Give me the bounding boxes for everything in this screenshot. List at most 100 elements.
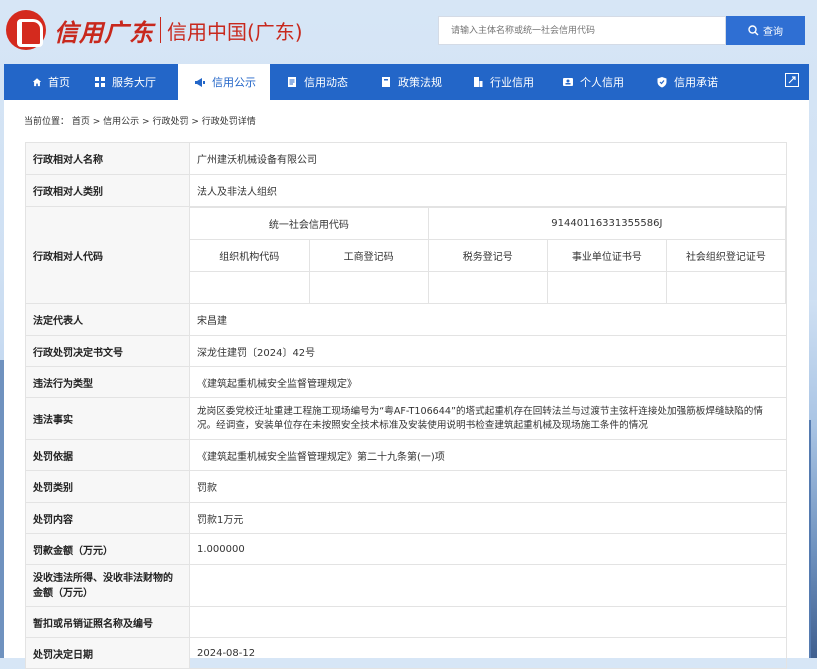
field-label: 行政处罚决定书文号 — [25, 335, 190, 367]
code-value — [546, 271, 667, 303]
document-icon — [288, 77, 296, 87]
nav-item-label: 政策法规 — [398, 76, 442, 89]
nav-item-service-hall[interactable]: 服务大厅 — [82, 64, 178, 100]
table-row: 处罚类别 罚款 — [25, 470, 787, 503]
nav-item-label: 个人信用 — [580, 76, 624, 89]
nav-item-credit-news[interactable]: 信用动态 — [270, 64, 362, 100]
field-label: 处罚依据 — [25, 439, 190, 471]
field-label: 行政相对人类别 — [25, 174, 190, 207]
table-row: 行政相对人代码 统一社会信用代码 91440116331355586J 组织机构… — [25, 206, 787, 304]
table-row: 处罚决定日期 2024-08-12 — [25, 637, 787, 669]
code-row — [190, 271, 787, 303]
search-box — [438, 16, 726, 45]
code-row: 组织机构代码 工商登记码 税务登记号 事业单位证书号 社会组织登记证号 — [190, 239, 787, 272]
megaphone-icon — [195, 78, 205, 87]
subject-name-value: 广州建沃机械设备有限公司 — [189, 142, 787, 175]
logo-subtitle: 信用中国(广东) — [167, 19, 303, 44]
fine-amount-value: 1.000000 — [189, 533, 787, 565]
nav-item-credit-publicity[interactable]: 信用公示 — [178, 64, 270, 100]
breadcrumb: 当前位置： 首页 > 信用公示 > 行政处罚 > 行政处罚详情 — [24, 114, 256, 127]
table-row: 没收违法所得、没收非法财物的金额（万元） — [25, 564, 787, 607]
legal-rep-value: 宋昌建 — [189, 303, 787, 336]
field-label: 违法行为类型 — [25, 366, 190, 398]
code-row: 统一社会信用代码 91440116331355586J — [190, 207, 787, 240]
breadcrumb-separator: > — [139, 117, 153, 127]
book-icon — [382, 77, 390, 87]
code-header: 事业单位证书号 — [546, 239, 667, 272]
search-input[interactable] — [439, 17, 725, 44]
nav-item-label: 信用承诺 — [674, 76, 718, 89]
search-button-label: 查询 — [763, 27, 783, 38]
decision-number-value: 深龙住建罚〔2024〕42号 — [189, 335, 787, 367]
code-value — [190, 271, 310, 303]
breadcrumb-prefix: 当前位置： — [24, 117, 70, 127]
nav-item-label: 信用公示 — [212, 76, 256, 89]
code-value — [308, 271, 429, 303]
expand-icon[interactable] — [785, 73, 799, 87]
table-row: 处罚依据 《建筑起重机械安全监督管理规定》第二十九条第(一)项 — [25, 439, 787, 471]
building-icon — [474, 77, 483, 87]
search-icon — [748, 25, 759, 36]
field-label: 暂扣或吊销证照名称及编号 — [25, 606, 190, 638]
grid-icon — [95, 77, 105, 87]
nav-item-label: 信用动态 — [304, 76, 348, 89]
breadcrumb-link-home[interactable]: 首页 — [72, 117, 90, 127]
logo-mark-icon — [6, 10, 46, 50]
table-row: 行政相对人名称 广州建沃机械设备有限公司 — [25, 142, 787, 175]
violation-facts-value: 龙岗区委党校迁址重建工程施工现场编号为“粤AF-T106644”的塔式起重机存在… — [189, 397, 787, 440]
home-icon — [32, 78, 42, 87]
field-label: 处罚类别 — [25, 470, 190, 503]
table-row: 违法行为类型 《建筑起重机械安全监督管理规定》 — [25, 366, 787, 398]
main-nav: 首页 服务大厅 信用公示 信用动态 政策法规 行业信用 个人信用 信用承诺 — [4, 64, 809, 100]
breadcrumb-current: 行政处罚详情 — [201, 117, 256, 127]
subject-code-cell: 统一社会信用代码 91440116331355586J 组织机构代码 工商登记码… — [189, 206, 787, 304]
logo-divider — [160, 17, 161, 43]
breadcrumb-link-administrative-penalty[interactable]: 行政处罚 — [152, 117, 188, 127]
table-row: 暂扣或吊销证照名称及编号 — [25, 606, 787, 638]
field-label: 行政相对人代码 — [25, 206, 190, 304]
violation-type-value: 《建筑起重机械安全监督管理规定》 — [189, 366, 787, 398]
content-panel: 当前位置： 首页 > 信用公示 > 行政处罚 > 行政处罚详情 行政相对人名称 … — [4, 100, 809, 669]
code-header: 税务登记号 — [427, 239, 548, 272]
nav-item-label: 首页 — [48, 76, 70, 89]
nav-item-industry-credit[interactable]: 行业信用 — [456, 64, 548, 100]
expand-arrows-icon — [788, 76, 796, 84]
breadcrumb-separator: > — [188, 117, 202, 127]
table-row: 法定代表人 宋昌建 — [25, 303, 787, 336]
table-row: 行政相对人类别 法人及非法人组织 — [25, 174, 787, 207]
code-header: 组织机构代码 — [190, 239, 310, 272]
field-label: 没收违法所得、没收非法财物的金额（万元） — [25, 564, 190, 607]
nav-item-home[interactable]: 首页 — [4, 64, 82, 100]
code-value — [427, 271, 548, 303]
subject-type-value: 法人及非法人组织 — [189, 174, 787, 207]
breadcrumb-separator: > — [89, 117, 104, 127]
nav-item-label: 服务大厅 — [112, 76, 156, 89]
code-value — [665, 271, 787, 303]
field-label: 处罚决定日期 — [25, 637, 190, 669]
penalty-detail-table: 行政相对人名称 广州建沃机械设备有限公司 行政相对人类别 法人及非法人组织 行政… — [25, 142, 787, 669]
confiscation-amount-value — [189, 564, 787, 607]
field-label: 违法事实 — [25, 397, 190, 440]
site-header: 信用广东 信用中国(广东) 查询 — [0, 0, 817, 62]
breadcrumb-link-credit-publicity[interactable]: 信用公示 — [103, 117, 139, 127]
field-label: 行政相对人名称 — [25, 142, 190, 175]
code-header: 工商登记码 — [308, 239, 429, 272]
nav-item-label: 行业信用 — [490, 76, 534, 89]
id-card-icon — [563, 78, 573, 86]
code-subtable: 统一社会信用代码 91440116331355586J 组织机构代码 工商登记码… — [190, 207, 787, 303]
site-logo[interactable]: 信用广东 信用中国(广东) — [6, 10, 303, 50]
nav-item-personal-credit[interactable]: 个人信用 — [548, 64, 640, 100]
field-label: 法定代表人 — [25, 303, 190, 336]
decision-date-value: 2024-08-12 — [189, 637, 787, 669]
code-header: 社会组织登记证号 — [665, 239, 787, 272]
shield-icon — [657, 77, 667, 88]
table-row: 罚款金额（万元） 1.000000 — [25, 533, 787, 565]
nav-item-credit-commitment[interactable]: 信用承诺 — [640, 64, 736, 100]
field-label: 处罚内容 — [25, 502, 190, 534]
usc-code-label: 统一社会信用代码 — [190, 207, 429, 240]
search-button[interactable]: 查询 — [726, 16, 805, 45]
table-row: 违法事实 龙岗区委党校迁址重建工程施工现场编号为“粤AF-T106644”的塔式… — [25, 397, 787, 440]
usc-code-value: 91440116331355586J — [427, 207, 787, 240]
nav-item-policies[interactable]: 政策法规 — [362, 64, 456, 100]
penalty-content-value: 罚款1万元 — [189, 502, 787, 534]
